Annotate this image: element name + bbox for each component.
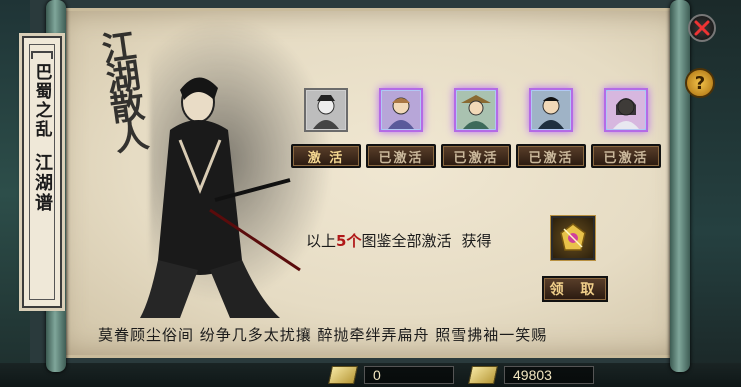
banner-ornament	[31, 51, 53, 59]
resource-second-value: 49803	[504, 366, 594, 384]
hero-slot-5: 已激活	[590, 88, 662, 168]
help-button[interactable]: ?	[685, 68, 715, 98]
activated-button-3: 已激活	[441, 144, 511, 168]
hero-portrait-5[interactable]	[604, 88, 648, 132]
hero-collection: 激 活 已激活 已激活 已激活 已激活	[290, 88, 670, 178]
reward-get-label: 获得	[461, 232, 492, 250]
activated-button-4: 已激活	[516, 144, 586, 168]
close-button[interactable]	[688, 14, 716, 42]
hero-portrait-3[interactable]	[454, 88, 498, 132]
reward-prefix: 以上	[306, 232, 337, 250]
resource-first-value: 0	[364, 366, 454, 384]
hero-slot-4: 已激活	[515, 88, 587, 168]
reward-suffix: 图鉴全部激活	[361, 232, 452, 250]
hero-portrait-1[interactable]	[304, 88, 348, 132]
reward-condition: 以上 5个 图鉴全部激活 获得	[306, 230, 491, 251]
hero-slot-2: 已激活	[365, 88, 437, 168]
golden-treasure-icon	[560, 223, 586, 251]
swordsman-avatar-icon	[532, 91, 570, 129]
background-right	[681, 0, 741, 387]
reward-count: 5个	[336, 232, 362, 250]
resource-first: 0	[328, 365, 454, 385]
monk-avatar-icon	[382, 91, 420, 129]
reward-item-icon[interactable]	[551, 216, 595, 260]
warrior-avatar-icon	[307, 91, 345, 129]
activated-button-5: 已激活	[591, 144, 661, 168]
maiden-avatar-icon	[607, 91, 645, 129]
poem-verse: 莫眷顾尘俗间 纷争几多太扰攘 醉抛牵绊弄扁舟 照雪拂袖一笑赐	[98, 326, 548, 344]
activated-button-2: 已激活	[366, 144, 436, 168]
hero-slot-1: 激 活	[290, 88, 362, 168]
hero-slot-3: 已激活	[440, 88, 512, 168]
scroll-rod-right	[670, 0, 690, 372]
swordsman-portrait	[140, 77, 301, 318]
hat-warrior-avatar-icon	[457, 91, 495, 129]
resource-second: 49803	[468, 365, 594, 385]
banner-inner: 巴蜀之乱 江湖谱	[29, 44, 55, 300]
chapter-banner: 巴蜀之乱 江湖谱	[22, 36, 62, 308]
hero-portrait-4[interactable]	[529, 88, 573, 132]
close-icon	[694, 20, 710, 36]
activate-button-1[interactable]: 激 活	[291, 144, 361, 168]
claim-button[interactable]: 领 取	[542, 276, 608, 302]
coupon-icon	[468, 366, 498, 384]
chapter-title: 巴蜀之乱	[31, 63, 52, 139]
ticket-icon	[328, 366, 358, 384]
catalog-title: 江湖谱	[32, 153, 53, 213]
hero-portrait-2[interactable]	[379, 88, 423, 132]
